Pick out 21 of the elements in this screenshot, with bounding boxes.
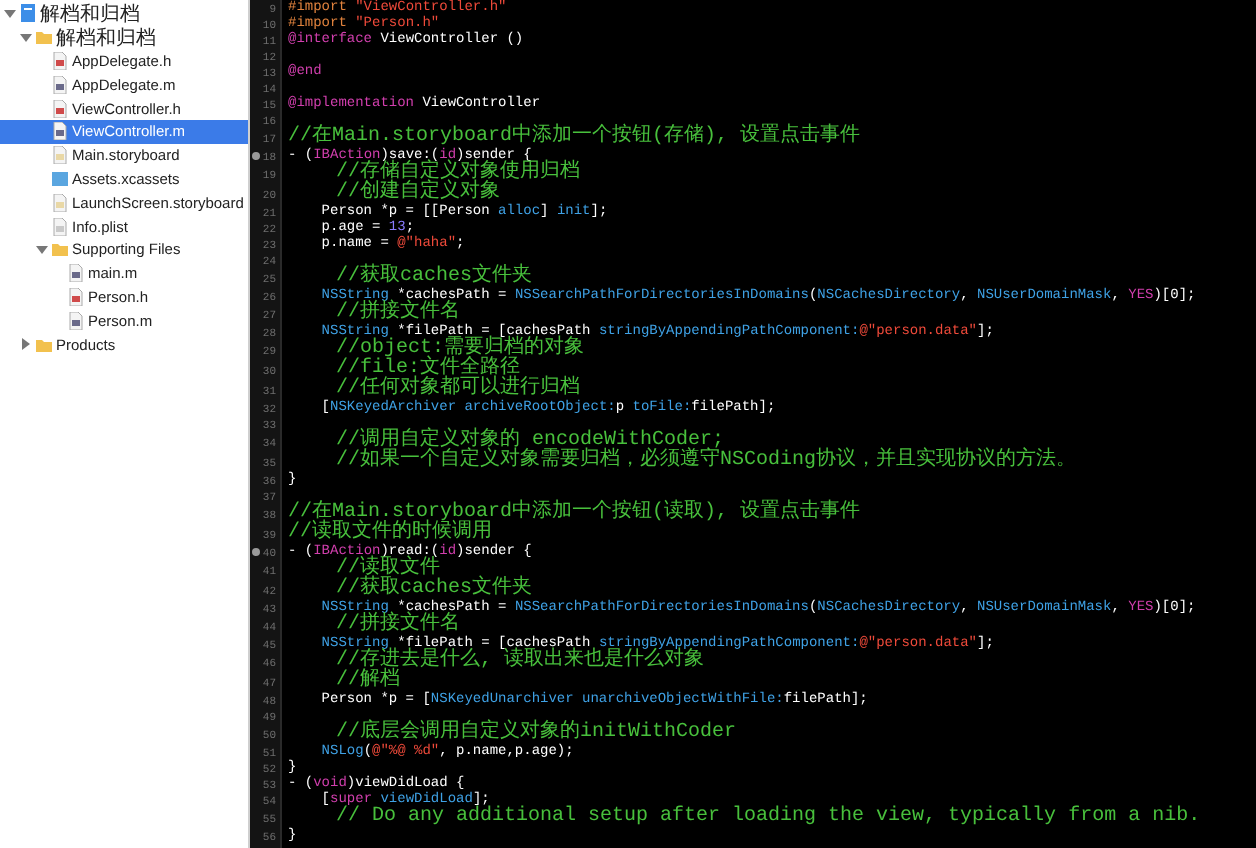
disclosure-triangle-icon[interactable]: [20, 338, 32, 351]
file-icon: [52, 193, 68, 212]
file-navigator-item[interactable]: 解档和归档: [0, 25, 248, 50]
file-icon: [68, 264, 84, 283]
file-icon: [68, 311, 84, 330]
file-icon: [68, 287, 84, 306]
file-icon: [52, 51, 68, 70]
file-icon: [52, 75, 68, 94]
disclosure-triangle-icon[interactable]: [4, 7, 16, 20]
disclosure-triangle-icon[interactable]: [36, 243, 48, 256]
disclosure-triangle-icon[interactable]: [20, 31, 32, 44]
file-navigator-item[interactable]: 解档和归档: [0, 2, 248, 26]
folder-icon: [36, 28, 52, 47]
asset-catalog-icon: [52, 169, 68, 188]
file-icon: [52, 146, 68, 165]
folder-icon: [52, 240, 68, 259]
folder-icon: [36, 335, 52, 354]
file-icon: [52, 122, 68, 141]
file-icon: [52, 99, 68, 118]
file-icon: [52, 217, 68, 236]
code-line: // Do any additional setup after loading the view, typically from a nib.: [334, 810, 1201, 826]
